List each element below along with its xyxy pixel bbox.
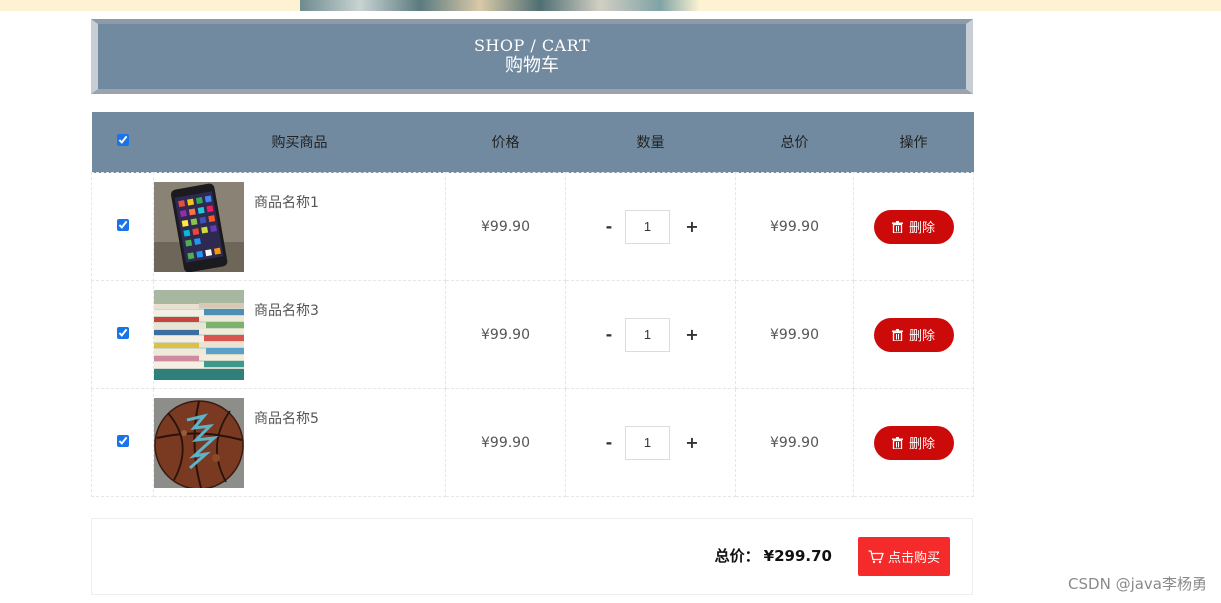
product-cell: 商品名称5 — [153, 388, 446, 497]
increase-quantity-button[interactable]: + — [682, 325, 702, 344]
row-checkbox[interactable] — [116, 326, 129, 339]
increase-quantity-button[interactable]: + — [682, 433, 702, 452]
delete-label: 删除 — [908, 329, 935, 344]
product-name[interactable]: 商品名称1 — [254, 192, 319, 212]
checkout-bar: 总价： ¥299.70 点击购买 — [91, 518, 973, 595]
checkout-label: 点击购买 — [887, 551, 940, 566]
price-cell: ¥99.90 — [445, 280, 566, 389]
table-row: 商品名称3 ¥99.90 - + ¥99.90 删除 — [91, 280, 974, 389]
decrease-quantity-button[interactable]: - — [599, 325, 619, 344]
trash-icon — [891, 436, 903, 449]
delete-label: 删除 — [908, 221, 935, 236]
unit-price: ¥99.90 — [481, 218, 530, 235]
select-all-cell — [91, 112, 154, 173]
table-header-row: 购买商品 价格 数量 总价 操作 — [91, 112, 974, 173]
row-select-cell — [91, 388, 154, 497]
page-title-en: SHOP / CART — [473, 36, 591, 55]
select-all-checkbox[interactable] — [116, 134, 129, 146]
row-subtotal: ¥99.90 — [770, 218, 819, 235]
delete-label: 删除 — [908, 437, 935, 452]
actions-cell: 删除 — [853, 172, 974, 281]
row-subtotal: ¥99.90 — [770, 326, 819, 343]
product-image-basketball[interactable] — [154, 398, 244, 488]
product-image-phone[interactable] — [154, 182, 244, 272]
decrease-quantity-button[interactable]: - — [599, 217, 619, 236]
quantity-input[interactable] — [625, 425, 670, 460]
price-cell: ¥99.90 — [445, 172, 566, 281]
product-cell: 商品名称1 — [153, 172, 446, 281]
quantity-cell: - + — [565, 172, 736, 281]
col-header-actions: 操作 — [853, 112, 974, 173]
top-banner-image — [0, 0, 1221, 11]
increase-quantity-button[interactable]: + — [682, 217, 702, 236]
col-header-price: 价格 — [445, 112, 566, 173]
delete-button[interactable]: 删除 — [873, 317, 954, 352]
delete-button[interactable]: 删除 — [873, 209, 954, 244]
csdn-watermark: CSDN @java李杨勇 — [1068, 575, 1207, 593]
row-select-cell — [91, 280, 154, 389]
row-checkbox[interactable] — [116, 434, 129, 447]
trash-icon — [891, 328, 903, 341]
actions-cell: 删除 — [853, 388, 974, 497]
col-header-product: 购买商品 — [153, 112, 446, 173]
quantity-input[interactable] — [625, 209, 670, 244]
decrease-quantity-button[interactable]: - — [599, 433, 619, 452]
subtotal-cell: ¥99.90 — [735, 172, 854, 281]
banner-art — [300, 0, 700, 11]
subtotal-cell: ¥99.90 — [735, 280, 854, 389]
actions-cell: 删除 — [853, 280, 974, 389]
price-cell: ¥99.90 — [445, 388, 566, 497]
product-cell: 商品名称3 — [153, 280, 446, 389]
cart-table: 购买商品 价格 数量 总价 操作 商品名称1 ¥99.90 - 1 + ¥99.… — [91, 112, 974, 497]
quantity-cell: - + — [565, 280, 736, 389]
row-select-cell — [91, 172, 154, 281]
quantity-cell: - + — [565, 388, 736, 497]
quantity-stepper: - + — [566, 209, 735, 244]
col-header-quantity: 数量 — [565, 112, 736, 173]
order-total: 总价： ¥299.70 — [715, 545, 832, 566]
product-name[interactable]: 商品名称5 — [254, 408, 319, 428]
row-checkbox[interactable] — [116, 218, 129, 231]
checkout-button[interactable]: 点击购买 — [858, 537, 950, 576]
delete-button[interactable]: 删除 — [873, 425, 954, 460]
trash-icon — [891, 220, 903, 233]
quantity-stepper: - + — [566, 317, 735, 352]
table-row: 商品名称5 ¥99.90 - + ¥99.90 删除 — [91, 388, 974, 497]
row-subtotal: ¥99.90 — [770, 434, 819, 451]
product-name[interactable]: 商品名称3 — [254, 300, 319, 320]
unit-price: ¥99.90 — [481, 434, 530, 451]
page-title-box: SHOP / CART 购物车 — [91, 19, 973, 94]
total-amount: ¥299.70 — [763, 547, 832, 565]
quantity-stepper: - + — [566, 425, 735, 460]
cart-icon — [868, 549, 884, 564]
unit-price: ¥99.90 — [481, 326, 530, 343]
table-row: 商品名称1 ¥99.90 - + ¥99.90 删除 — [91, 172, 974, 281]
quantity-input[interactable] — [625, 317, 670, 352]
product-image-books[interactable] — [154, 290, 244, 380]
col-header-subtotal: 总价 — [735, 112, 854, 173]
total-label: 总价： — [714, 547, 760, 565]
subtotal-cell: ¥99.90 — [735, 388, 854, 497]
page-title-cn: 购物车 — [505, 55, 559, 76]
